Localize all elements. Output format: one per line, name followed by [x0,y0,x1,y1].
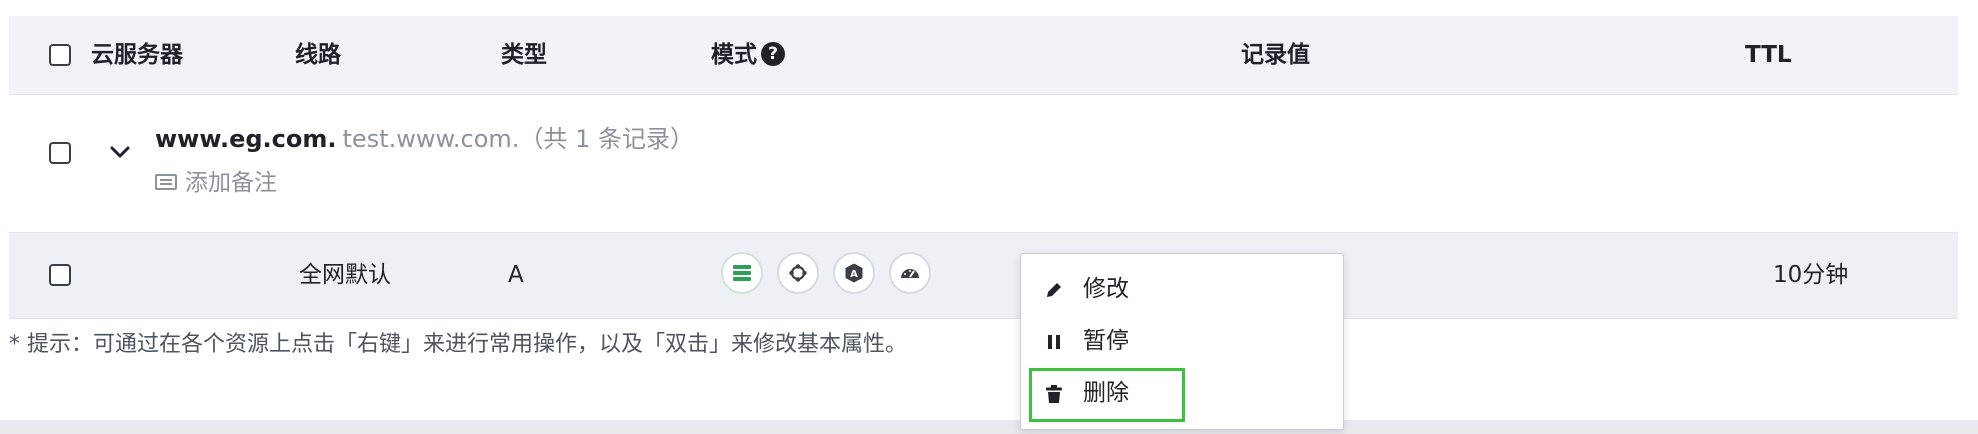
server-stack-icon[interactable] [721,252,763,294]
header-ttl: TTL [1745,42,1792,68]
header-type: 类型 [501,42,547,68]
svg-text:A: A [850,269,858,280]
header-record-value: 记录值 [1241,42,1310,68]
menu-item-edit-label: 修改 [1083,276,1129,302]
table-header: 云服务器 线路 类型 模式? 记录值 TTL [9,16,1958,95]
chevron-down-icon[interactable] [107,139,133,165]
circle-nodes-icon[interactable] [777,252,819,294]
menu-item-delete[interactable]: 删除 [1029,368,1185,422]
header-line: 线路 [295,42,341,68]
record-checkbox[interactable] [49,264,71,286]
add-note-label: 添加备注 [185,170,277,196]
table-row[interactable]: 全网默认 A A 10分钟 [9,233,1958,319]
pause-icon [1048,335,1060,349]
header-mode: 模式? [711,16,785,94]
context-menu: 修改 暂停 删除 [1020,253,1344,430]
bottom-bar [0,420,1978,434]
record-line: 全网默认 [299,262,391,288]
menu-item-delete-label: 删除 [1083,380,1129,406]
trash-icon [1046,385,1062,403]
pencil-icon [1047,283,1061,297]
menu-item-edit[interactable]: 修改 [1021,264,1343,314]
gear-a-icon[interactable]: A [833,252,875,294]
domain-title: www.eg.com. test.www.com.（共 1 条记录） [155,119,694,154]
domain-group-row[interactable]: www.eg.com. test.www.com.（共 1 条记录） 添加备注 [9,95,1958,233]
record-count: （共 1 条记录） [519,125,694,153]
header-server: 云服务器 [91,42,183,68]
domain-alias: test.www.com. [342,125,520,153]
note-icon [155,173,177,190]
record-type: A [508,262,524,288]
menu-item-pause-label: 暂停 [1083,328,1129,354]
group-checkbox[interactable] [49,142,71,164]
domain-name: www.eg.com. [155,125,337,153]
dns-records-page: 云服务器 线路 类型 模式? 记录值 TTL www.eg.com. test.w… [0,0,1978,434]
select-all-checkbox[interactable] [49,44,71,66]
help-icon[interactable]: ? [761,41,785,66]
gauge-icon[interactable] [889,252,931,294]
add-note-link[interactable]: 添加备注 [155,163,277,197]
menu-item-pause[interactable]: 暂停 [1021,316,1343,366]
tip-text: * 提示：可通过在各个资源上点击「右键」来进行常用操作，以及「双击」来修改基本属… [9,332,907,357]
record-ttl: 10分钟 [1773,262,1849,288]
header-mode-label: 模式 [711,42,757,68]
